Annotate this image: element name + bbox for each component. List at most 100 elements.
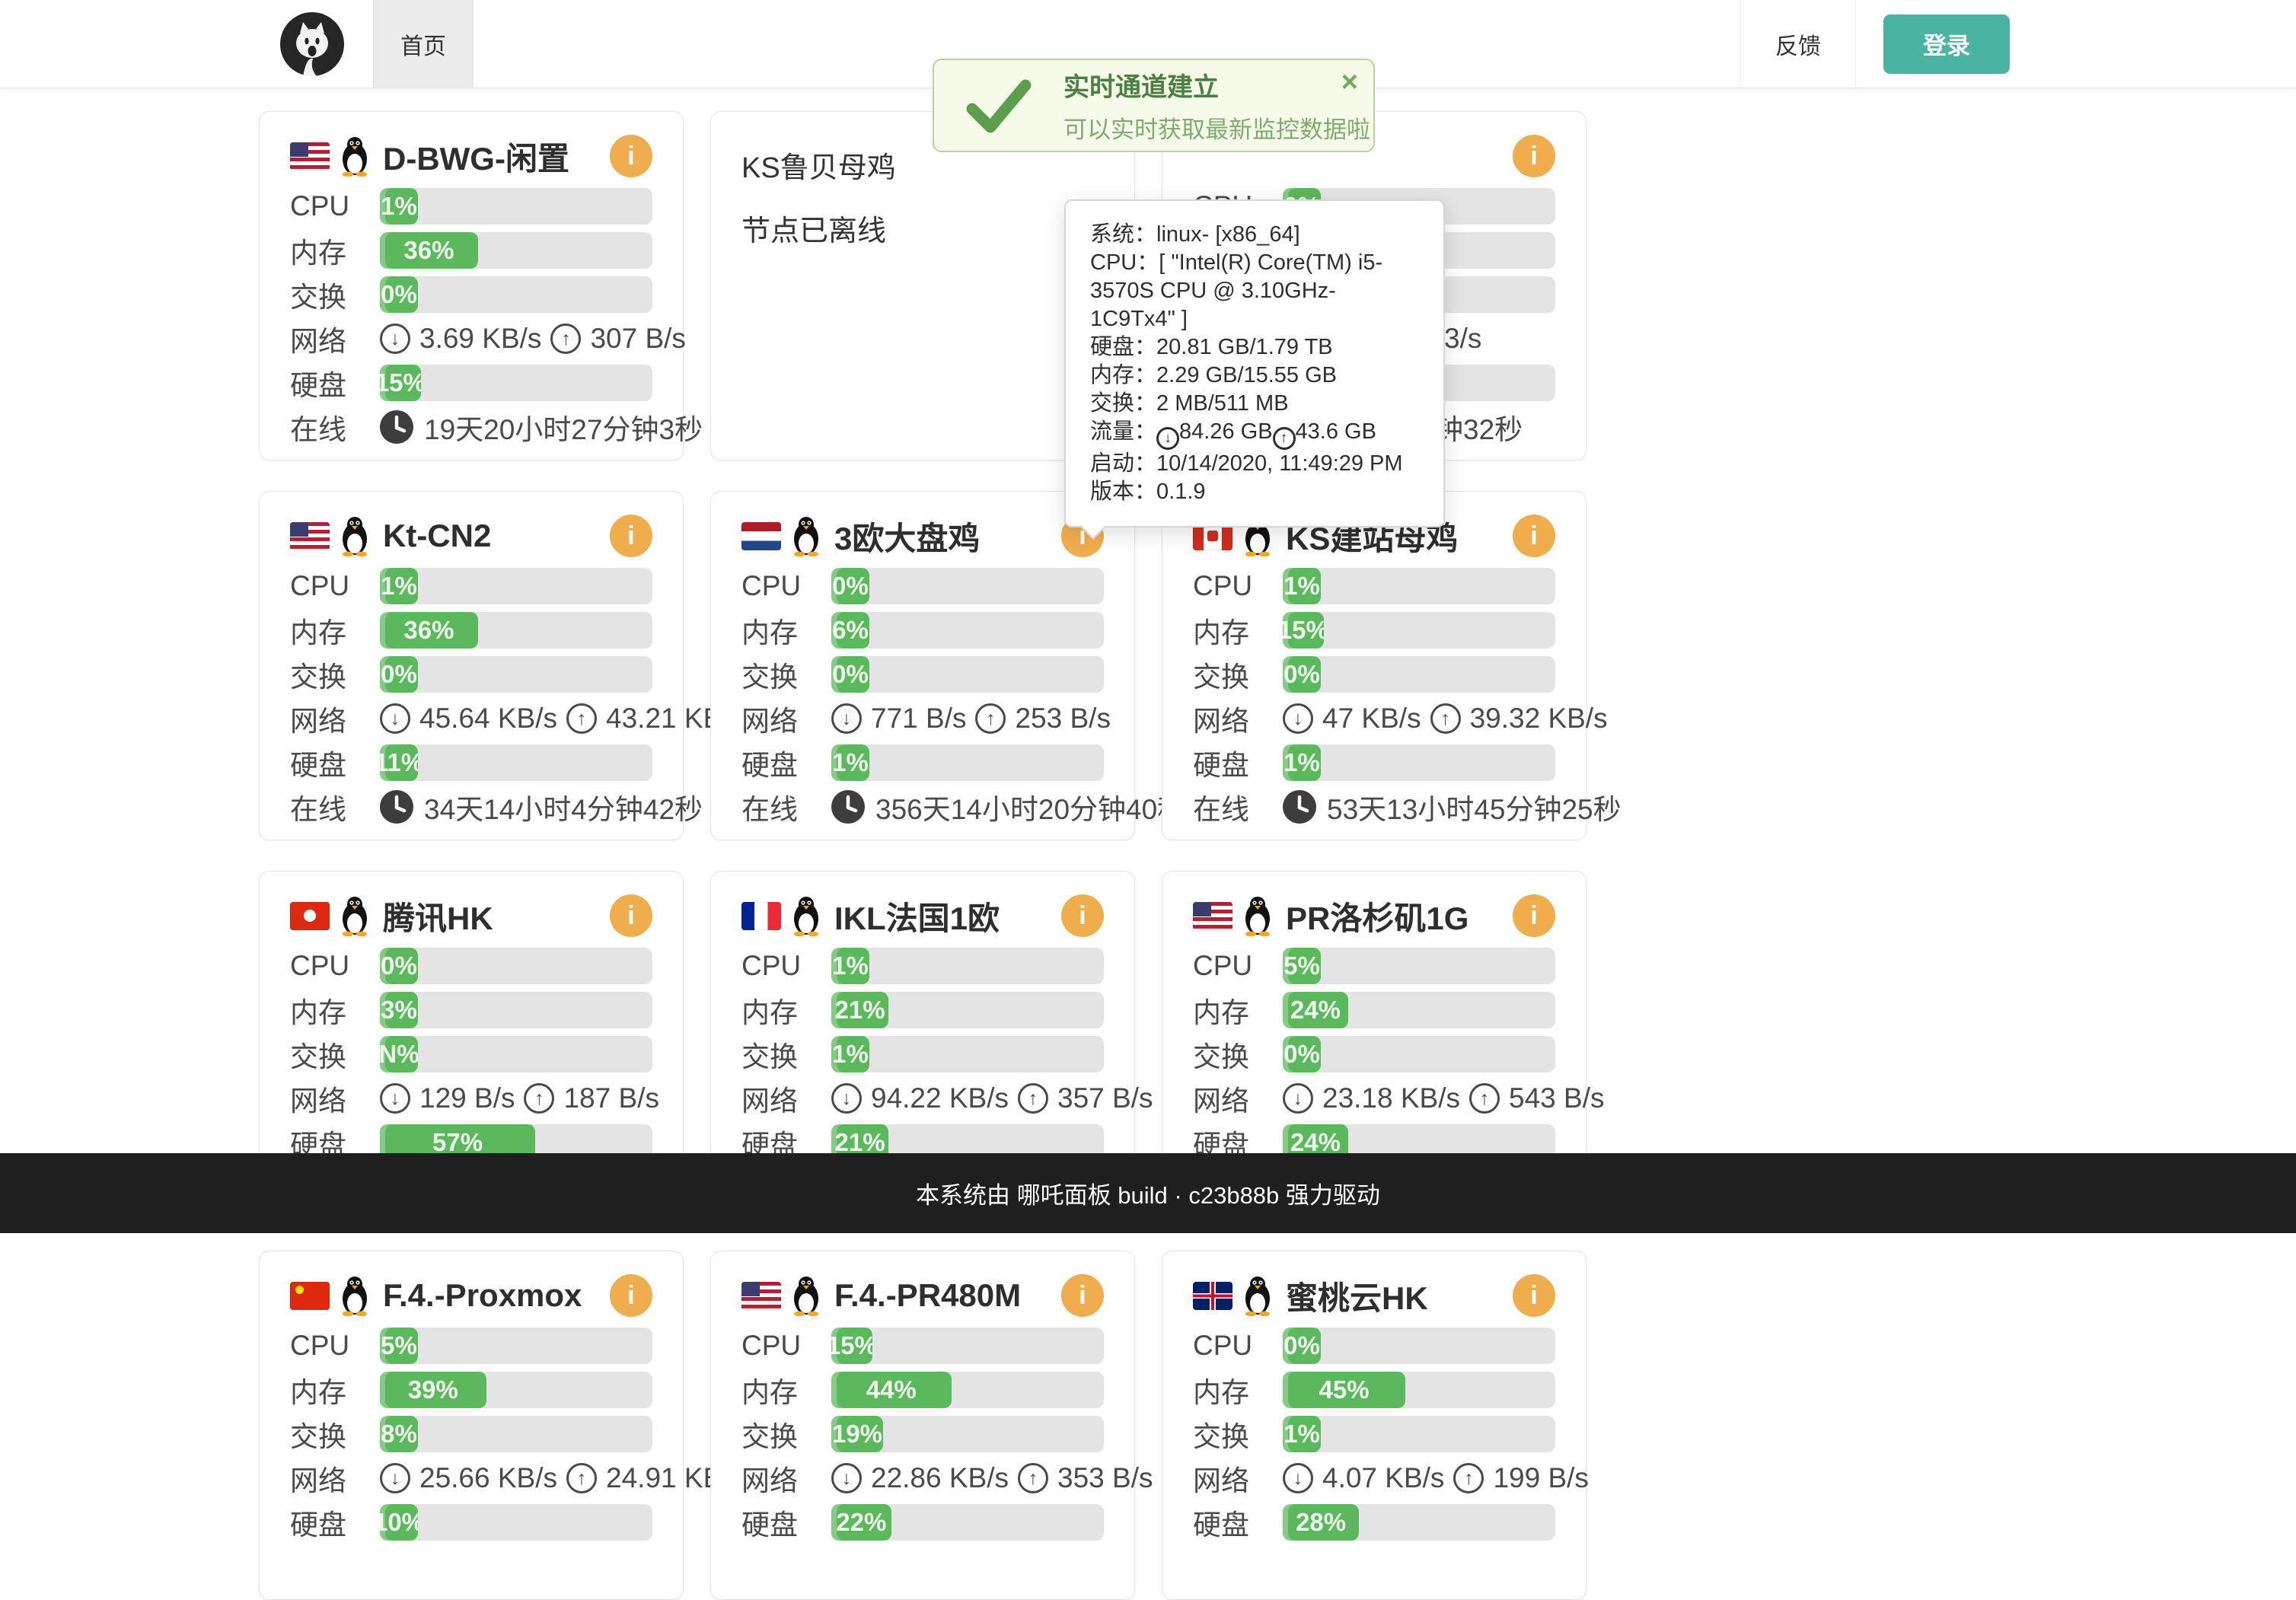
progress-label: N% [380,1040,418,1069]
stat-row-net: 网络↓771 B/s↑253 B/s [741,700,1104,737]
server-name: 腾讯HK [383,893,493,939]
network-speeds: ↓94.22 KB/s↑357 B/s [831,1082,1153,1114]
toast-texts: 实时通道建立 可以实时获取最新监控数据啦 [1063,66,1370,145]
download-icon: ↓ [380,703,410,734]
stat-label-online: 在线 [741,786,831,827]
tooltip-row-value: 20.81 GB/1.79 TB [1156,335,1333,359]
tooltip-row: 流量：↓84.26 GB↑43.6 GB [1090,418,1419,450]
progress-label: 0% [1284,660,1320,689]
progress-fill: 15% [1283,612,1324,649]
server-name: D-BWG-闲置 [383,133,569,180]
info-icon[interactable]: i [610,894,652,937]
stat-label-mem: 内存 [741,1369,831,1410]
progress-fill: 21% [831,992,888,1028]
clock-icon [831,790,865,824]
stat-label-cpu: CPU [741,570,831,602]
stat-label-disk: 硬盘 [741,1502,831,1543]
clock-icon [380,410,413,444]
upload-icon: ↑ [1430,703,1461,734]
progress-track: 1% [831,744,1104,781]
progress-fill: 1% [1283,568,1321,604]
info-icon[interactable]: i [1513,1274,1555,1317]
progress-fill: 1% [380,188,418,225]
linux-icon [337,1275,372,1316]
progress-track: 0% [380,948,652,984]
upload-icon: ↑ [1453,1463,1484,1493]
progress-label: 3% [381,996,417,1025]
card-header: IKL法国1欧i [741,891,1104,940]
upload-icon: ↑ [1273,427,1296,450]
stat-label-cpu: CPU [290,190,380,222]
stat-label-swap: 交换 [741,1414,831,1455]
progress-fill: 24% [1283,992,1348,1028]
clock-icon [380,790,413,824]
stat-label-net: 网络 [1193,1078,1283,1119]
realtime-channel-toast: 实时通道建立 可以实时获取最新监控数据啦 × [933,59,1375,152]
info-icon[interactable]: i [1513,135,1555,177]
toast-close-icon[interactable]: × [1341,68,1358,97]
footer-panel-link[interactable]: 哪吒面板 build · c23b88b [1017,1176,1280,1210]
stat-label-net: 网络 [290,1458,380,1499]
progress-label: 0% [832,572,869,601]
feedback-link[interactable]: 反馈 [1740,0,1856,88]
progress-track: 0% [1283,1327,1555,1364]
download-icon: ↓ [831,703,862,734]
progress-label: 15% [380,368,421,397]
progress-label: 1% [1284,748,1320,777]
progress-label: 1% [832,1040,869,1069]
info-icon[interactable]: i [610,135,652,177]
stat-row-disk: 硬盘1% [741,744,1104,781]
stat-label-mem: 内存 [1193,990,1283,1031]
info-icon[interactable]: i [1061,894,1104,937]
stat-row-net: 网络↓23.18 KB/s↑543 B/s [1193,1080,1555,1117]
stat-row-net: 网络↓3.69 KB/s↑307 B/s [290,320,652,357]
tooltip-row-label: 版本： [1090,480,1156,504]
progress-fill: 0% [380,948,418,984]
stat-label-online: 在线 [1193,786,1283,827]
info-icon[interactable]: i [1513,515,1555,557]
cn-flag-icon [290,1282,330,1310]
network-speeds: ↓47 KB/s↑39.32 KB/s [1283,703,1608,735]
stat-label-net: 网络 [290,1078,380,1119]
network-speeds: ↓25.66 KB/s↑24.91 KB/s [380,1462,744,1494]
stat-row-net: 网络↓4.07 KB/s↑199 B/s [1193,1460,1555,1496]
network-speeds: ↓4.07 KB/s↑199 B/s [1283,1462,1589,1494]
tooltip-row-label: 启动： [1090,451,1156,476]
network-speeds: ↓129 B/s↑187 B/s [380,1082,659,1114]
progress-label: 24% [1290,996,1341,1025]
tooltip-row-label: 交换： [1090,391,1156,416]
net-upload-value: 353 B/s [1057,1462,1153,1494]
login-button[interactable]: 登录 [1883,14,2010,74]
upload-icon: ↑ [566,703,597,734]
net-download-value: 94.22 KB/s [871,1082,1009,1114]
download-icon: ↓ [1156,427,1179,450]
upload-icon: ↑ [1469,1083,1500,1114]
progress-track: 5% [1283,948,1555,984]
stat-label-cpu: CPU [290,1330,380,1362]
info-icon[interactable]: i [610,515,652,557]
network-speeds: ↓22.86 KB/s↑353 B/s [831,1462,1153,1494]
progress-label: 0% [1284,1040,1320,1069]
linux-icon [337,895,372,936]
info-icon[interactable]: i [1061,1274,1104,1317]
progress-label: 6% [832,616,869,645]
progress-label: 1% [832,951,869,980]
info-icon[interactable]: i [610,1274,652,1317]
stat-label-swap: 交换 [290,1414,380,1455]
progress-track: 44% [831,1372,1104,1408]
gb-flag-icon [1193,1282,1233,1310]
progress-fill: 10% [380,1504,418,1541]
progress-fill: 5% [380,1327,418,1364]
download-icon: ↓ [831,1083,862,1114]
stat-row-swap: 交换19% [741,1416,1104,1452]
stat-label-cpu: CPU [1193,1330,1283,1362]
stat-label-cpu: CPU [1193,570,1283,602]
info-icon[interactable]: i [1513,894,1555,937]
stat-row-net: 网络↓22.86 KB/s↑353 B/s [741,1460,1104,1496]
site-logo-avatar[interactable] [280,12,344,76]
tooltip-row-label: 系统： [1090,222,1156,247]
us-flag-icon [741,1282,781,1310]
stat-row-mem: 内存21% [741,992,1104,1028]
progress-fill: 1% [1283,744,1321,781]
tab-home[interactable]: 首页 [373,0,474,88]
